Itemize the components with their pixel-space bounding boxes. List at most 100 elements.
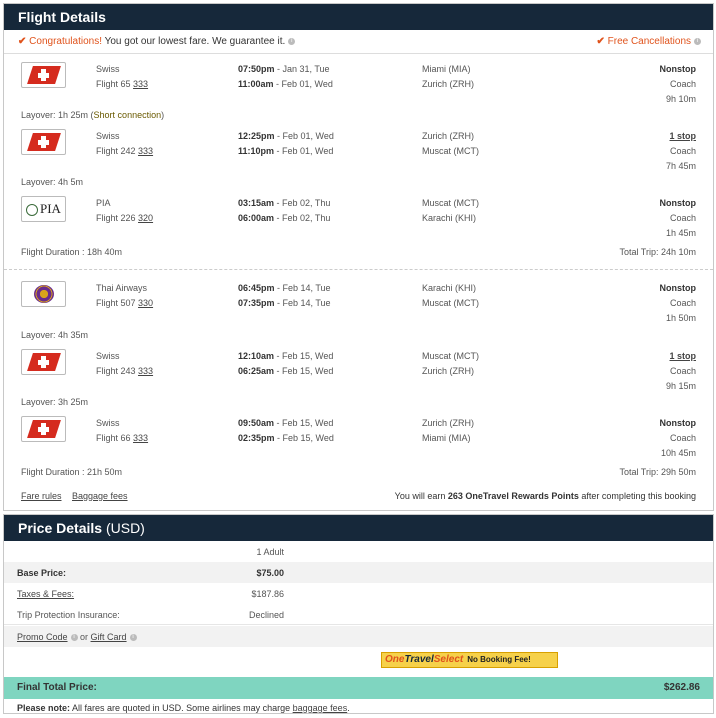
info-icon[interactable]: i <box>70 634 78 642</box>
destination-airport: Zurich (ZRH) <box>422 366 474 376</box>
flight-number: Flight 243 <box>96 366 139 376</box>
taxes-fees-link[interactable]: Taxes & Fees: <box>17 589 74 599</box>
onetravel-select-badge[interactable]: OneTravelSelect No Booking Fee! <box>381 652 558 668</box>
layover-info: Layover: 4h 35m <box>21 330 89 340</box>
rewards-text: You will earn 263 OneTravel Rewards Poin… <box>394 491 696 501</box>
layover-info: Layover: 4h 5m <box>21 177 84 187</box>
flight-number: Flight 226 <box>96 213 139 223</box>
congrats-text: You got our lowest fare. We guarantee it… <box>102 36 286 47</box>
onetravel-select-row: OneTravelSelect No Booking Fee! <box>4 649 713 670</box>
adults-row: 1 Adult <box>4 541 713 562</box>
info-icon[interactable]: i <box>288 37 296 45</box>
protection-row: Trip Protection Insurance: Declined <box>4 604 713 625</box>
cabin-class: Coach <box>669 79 696 89</box>
arrival-time: 06:25am <box>238 366 275 376</box>
baggage-fees-link[interactable]: Baggage fees <box>72 491 128 501</box>
price-note: Please note: All fares are quoted in USD… <box>17 703 350 713</box>
segment-duration: 9h 15m <box>665 381 696 391</box>
origin-airport: Karachi (KHI) <box>422 283 477 293</box>
final-total-row: Final Total Price: $262.86 <box>4 677 713 699</box>
flight-number: Flight 65 <box>96 79 134 89</box>
destination-airport: Muscat (MCT) <box>422 298 479 308</box>
congrats-label: Congratulations! <box>29 36 102 47</box>
flight-number: Flight 507 <box>96 298 139 308</box>
aircraft-link[interactable]: 333 <box>138 146 153 156</box>
airline-name: Swiss <box>96 64 120 74</box>
base-price-row: Base Price: $75.00 <box>4 562 713 583</box>
baggage-fees-link[interactable]: baggage fees <box>293 703 348 713</box>
airline-name: Swiss <box>96 418 120 428</box>
layover-info: Layover: 3h 25m <box>21 397 89 407</box>
departure-time: 06:45pm <box>238 283 275 293</box>
airline-name: PIA <box>96 198 111 208</box>
destination-airport: Muscat (MCT) <box>422 146 479 156</box>
pia-logo: PIA <box>21 196 66 222</box>
arrival-date: - Feb 02, Thu <box>274 213 331 223</box>
stops-label: Nonstop <box>659 198 697 208</box>
short-connection-label: Short connection <box>93 110 162 120</box>
departure-date: - Feb 15, Wed <box>274 351 334 361</box>
stops-link[interactable]: 1 stop <box>669 131 696 141</box>
stops-label: Nonstop <box>659 283 697 293</box>
arrival-time: 11:00am <box>238 79 274 89</box>
cabin-class: Coach <box>669 213 696 223</box>
arrival-time: 06:00am <box>238 213 275 223</box>
departure-time: 07:50pm <box>238 64 275 74</box>
total-trip: Total Trip: 29h 50m <box>619 467 696 477</box>
arrival-time: 02:35pm <box>238 433 275 443</box>
cabin-class: Coach <box>669 146 696 156</box>
aircraft-link[interactable]: 320 <box>138 213 153 223</box>
departure-time: 12:10am <box>238 351 275 361</box>
base-price-value: $75.00 <box>256 568 284 578</box>
stops-link[interactable]: 1 stop <box>669 351 696 361</box>
aircraft-link[interactable]: 330 <box>138 298 153 308</box>
cabin-class: Coach <box>669 366 696 376</box>
gift-card-link[interactable]: Gift Card <box>91 632 127 642</box>
final-total-label: Final Total Price: <box>17 682 97 693</box>
segment-duration: 1h 45m <box>665 228 696 238</box>
swiss-logo <box>21 416 66 442</box>
aircraft-link[interactable]: 333 <box>138 366 153 376</box>
promo-row: Promo Code i or Gift Card i <box>4 626 713 647</box>
promo-code-link[interactable]: Promo Code <box>17 632 68 642</box>
arrival-date: - Feb 14, Tue <box>274 298 331 308</box>
info-icon[interactable]: i <box>129 634 137 642</box>
airline-name: Thai Airways <box>96 283 148 293</box>
price-details-title: Price Details (USD) <box>4 515 713 541</box>
departure-time: 12:25pm <box>238 131 275 141</box>
free-cancellations-label: Free Cancellations <box>607 36 691 47</box>
base-price-label: Base Price: <box>17 568 67 578</box>
divider <box>4 269 713 270</box>
info-icon[interactable]: i <box>694 37 701 45</box>
swiss-logo <box>21 129 66 155</box>
flight-duration: Flight Duration : 18h 40m <box>21 247 123 257</box>
origin-airport: Zurich (ZRH) <box>422 131 474 141</box>
arrival-time: 07:35pm <box>238 298 275 308</box>
swiss-logo <box>21 349 66 375</box>
cabin-class: Coach <box>669 298 696 308</box>
stops-label: Nonstop <box>659 418 697 428</box>
airline-name: Swiss <box>96 351 120 361</box>
protection-label: Trip Protection Insurance: <box>17 610 120 620</box>
adults-count: 1 Adult <box>256 547 284 557</box>
congrats-bar: ✔ Congratulations! You got our lowest fa… <box>4 30 713 54</box>
departure-time: 09:50am <box>238 418 275 428</box>
flight-number: Flight 66 <box>96 433 134 443</box>
total-trip: Total Trip: 24h 10m <box>619 247 696 257</box>
protection-value: Declined <box>248 610 284 620</box>
layover-info: Layover: 1h 25m (Short connection) <box>21 110 165 120</box>
aircraft-link[interactable]: 333 <box>133 433 148 443</box>
fare-rules-link[interactable]: Fare rules <box>21 491 62 501</box>
destination-airport: Miami (MIA) <box>422 433 471 443</box>
destination-airport: Karachi (KHI) <box>422 213 477 223</box>
aircraft-link[interactable]: 333 <box>133 79 148 89</box>
departure-date: - Feb 14, Tue <box>274 283 331 293</box>
arrival-date: - Feb 15, Wed <box>274 433 334 443</box>
stops-label: Nonstop <box>659 64 697 74</box>
check-icon: ✔ <box>18 36 27 47</box>
departure-date: - Feb 15, Wed <box>274 418 334 428</box>
final-total-value: $262.86 <box>663 682 700 693</box>
destination-airport: Zurich (ZRH) <box>422 79 474 89</box>
flight-details-panel: Flight Details ✔ Congratulations! You go… <box>3 3 714 511</box>
segment-duration: 1h 50m <box>665 313 696 323</box>
